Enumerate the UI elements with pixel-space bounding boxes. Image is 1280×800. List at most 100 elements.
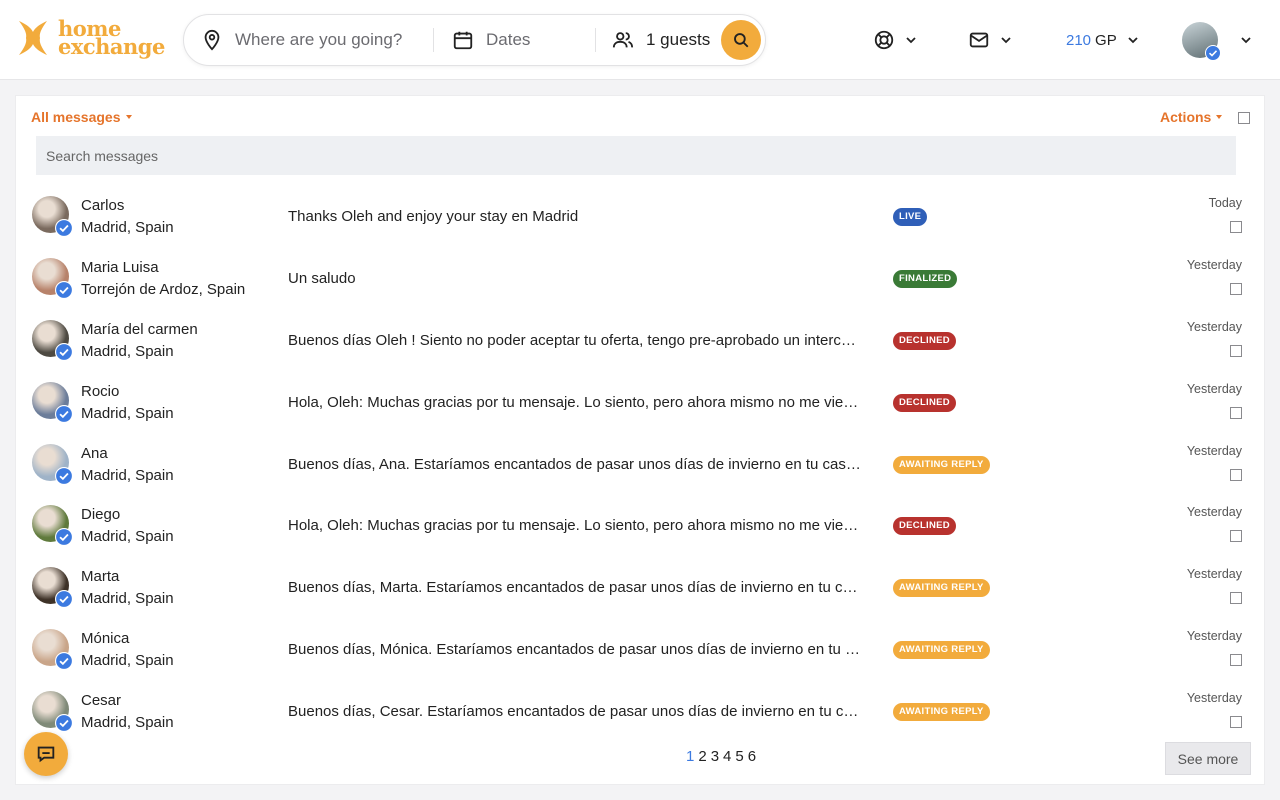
actions-dropdown[interactable]: Actions: [1160, 109, 1223, 125]
select-all-checkbox[interactable]: [1238, 112, 1250, 124]
page-link[interactable]: 5: [735, 748, 743, 765]
row-checkbox[interactable]: [1230, 716, 1242, 728]
status-badge: LIVE: [893, 208, 928, 226]
logo-line2: exchange: [58, 34, 165, 59]
row-checkbox[interactable]: [1230, 469, 1242, 481]
chevron-down-icon[interactable]: [1240, 34, 1252, 46]
gp-value: 210: [1066, 31, 1092, 49]
filter-label: All messages: [31, 109, 121, 125]
status-badge: DECLINED: [893, 394, 956, 412]
guests-label: 1 guests: [646, 30, 711, 49]
status-badge: AWAITING REPLY: [893, 579, 990, 597]
caret-down-icon: [125, 115, 132, 119]
verified-badge-icon: [1205, 45, 1221, 61]
message-preview: Un saludo: [288, 270, 356, 287]
chevron-down-icon: [1001, 37, 1011, 44]
message-date: Today: [1208, 196, 1242, 210]
contact-location: Madrid, Spain: [81, 652, 174, 669]
message-preview: Buenos días, Ana. Estaríamos encantados …: [288, 456, 863, 473]
conversation-list: Carlos Madrid, Spain Thanks Oleh and enjoy…: [16, 186, 1254, 734]
contact-avatar: [32, 505, 73, 546]
destination-placeholder: Where are you going?: [235, 30, 403, 49]
contact-location: Madrid, Spain: [81, 219, 174, 236]
messages-panel: All messages Actions Carlos Madrid, Spain…: [15, 95, 1265, 785]
messages-menu[interactable]: [968, 28, 1012, 52]
search-divider: [595, 28, 596, 52]
mail-icon: [969, 32, 989, 48]
contact-location: Torrejón de Ardoz, Spain: [81, 281, 246, 298]
message-preview: Buenos días, Mónica. Estaríamos encantad…: [288, 641, 863, 658]
contact-location: Madrid, Spain: [81, 467, 174, 484]
contact-name: Carlos: [81, 197, 125, 214]
conversation-row[interactable]: Rocio Madrid, Spain Hola, Oleh: Muchas gra…: [16, 372, 1254, 434]
page-link[interactable]: 2: [698, 748, 706, 765]
lifebuoy-icon: [874, 30, 894, 50]
search-messages-input[interactable]: [36, 136, 1236, 175]
contact-location: Madrid, Spain: [81, 343, 174, 360]
row-checkbox[interactable]: [1230, 530, 1242, 542]
contact-name: Rocio: [81, 383, 120, 400]
verified-badge-icon: [55, 281, 73, 299]
search-icon: [734, 33, 749, 48]
search-button[interactable]: [721, 20, 761, 60]
actions-label: Actions: [1160, 109, 1212, 125]
page-link[interactable]: 3: [711, 748, 719, 765]
contact-name: Maria Luisa: [81, 259, 159, 276]
contact-avatar: [32, 258, 73, 299]
message-date: Yesterday: [1186, 320, 1242, 334]
search-bar: Where are you going? Dates 1 guests: [183, 14, 766, 66]
message-preview: Buenos días, Marta. Estaríamos encantado…: [288, 579, 863, 596]
row-checkbox[interactable]: [1230, 345, 1242, 357]
search-divider: [433, 28, 434, 52]
status-badge: AWAITING REPLY: [893, 703, 990, 721]
contact-location: Madrid, Spain: [81, 528, 174, 545]
conversation-row[interactable]: María del carmen Madrid, Spain Buenos días…: [16, 310, 1254, 372]
contact-name: Diego: [81, 506, 121, 523]
row-checkbox[interactable]: [1230, 283, 1242, 295]
guest-points-menu[interactable]: 210 GP: [1066, 28, 1139, 52]
row-checkbox[interactable]: [1230, 592, 1242, 604]
conversation-row[interactable]: Cesar Madrid, Spain Buenos días, Cesar. Es…: [16, 681, 1254, 734]
message-date: Yesterday: [1186, 382, 1242, 396]
contact-location: Madrid, Spain: [81, 590, 174, 607]
message-filter-dropdown[interactable]: All messages: [31, 109, 132, 125]
message-date: Yesterday: [1186, 505, 1242, 519]
dates-label: Dates: [486, 30, 531, 49]
message-date: Yesterday: [1186, 567, 1242, 581]
row-checkbox[interactable]: [1230, 221, 1242, 233]
verified-badge-icon: [55, 467, 73, 485]
message-preview: Buenos días Oleh ! Siento no poder acept…: [288, 332, 863, 349]
contact-avatar: [32, 382, 73, 423]
chat-support-button[interactable]: [24, 732, 68, 776]
conversation-row[interactable]: Maria Luisa Torrejón de Ardoz, Spain Un sa…: [16, 248, 1254, 310]
message-preview: Hola, Oleh: Muchas gracias por tu mensaj…: [288, 517, 863, 534]
page-link[interactable]: 6: [748, 748, 756, 765]
message-date: Yesterday: [1186, 444, 1242, 458]
page-link[interactable]: 1: [686, 748, 694, 765]
message-date: Yesterday: [1186, 258, 1242, 272]
row-checkbox[interactable]: [1230, 407, 1242, 419]
row-checkbox[interactable]: [1230, 654, 1242, 666]
conversation-row[interactable]: Carlos Madrid, Spain Thanks Oleh and enjoy…: [16, 186, 1254, 248]
conversation-row[interactable]: Ana Madrid, Spain Buenos días, Ana. Estarí…: [16, 434, 1254, 496]
see-more-button[interactable]: See more: [1165, 742, 1251, 775]
user-avatar[interactable]: [1182, 22, 1221, 61]
destination-field[interactable]: Where are you going?: [201, 15, 431, 65]
conversation-row[interactable]: Marta Madrid, Spain Buenos días, Marta. Es…: [16, 557, 1254, 619]
conversation-row[interactable]: Mónica Madrid, Spain Buenos días, Mónica. …: [16, 619, 1254, 681]
gp-unit: GP: [1095, 31, 1117, 49]
home-exchange-logo[interactable]: home exchange: [16, 17, 165, 59]
conversation-row[interactable]: Diego Madrid, Spain Hola, Oleh: Muchas gra…: [16, 495, 1254, 557]
help-menu[interactable]: [873, 28, 917, 52]
contact-name: Marta: [81, 568, 120, 585]
dates-field[interactable]: Dates: [452, 15, 582, 65]
contact-avatar: [32, 567, 73, 608]
message-date: Yesterday: [1186, 629, 1242, 643]
status-badge: DECLINED: [893, 517, 956, 535]
contact-location: Madrid, Spain: [81, 714, 174, 731]
status-badge: AWAITING REPLY: [893, 641, 990, 659]
chat-bubble-icon: [37, 746, 55, 763]
status-badge: FINALIZED: [893, 270, 958, 288]
location-pin-icon: [204, 29, 220, 51]
page-link[interactable]: 4: [723, 748, 731, 765]
